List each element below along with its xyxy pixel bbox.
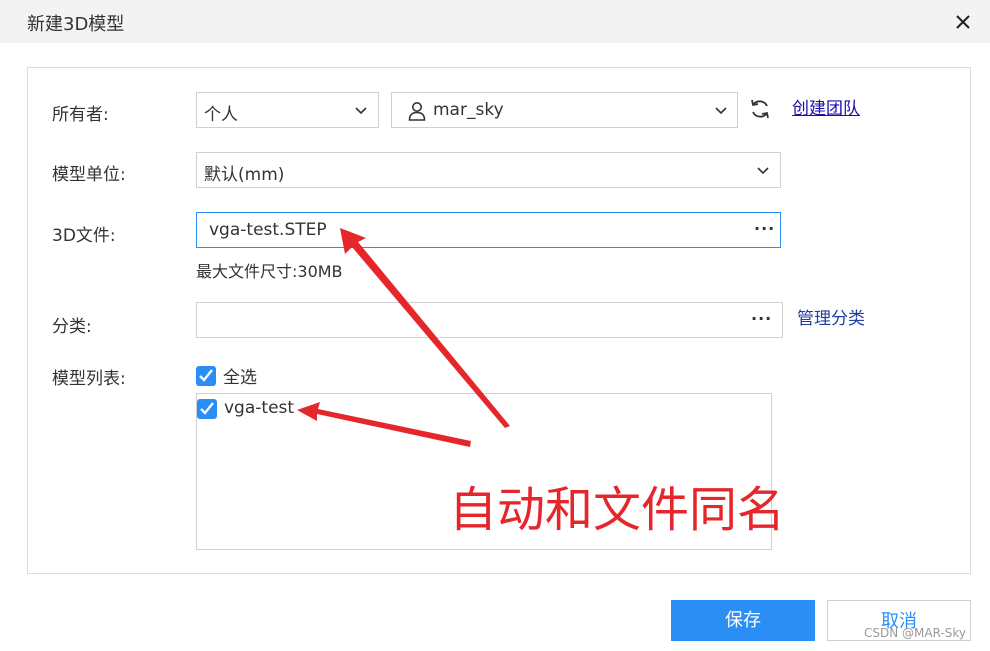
- annotation-text: 自动和文件同名: [449, 482, 786, 538]
- save-button[interactable]: 保存: [671, 600, 815, 641]
- watermark: CSDN @MAR-Sky: [864, 626, 967, 640]
- annotation-arrows: [297, 228, 510, 447]
- annotation-arrow-file: [340, 228, 510, 428]
- annotation-arrow-model: [297, 402, 471, 447]
